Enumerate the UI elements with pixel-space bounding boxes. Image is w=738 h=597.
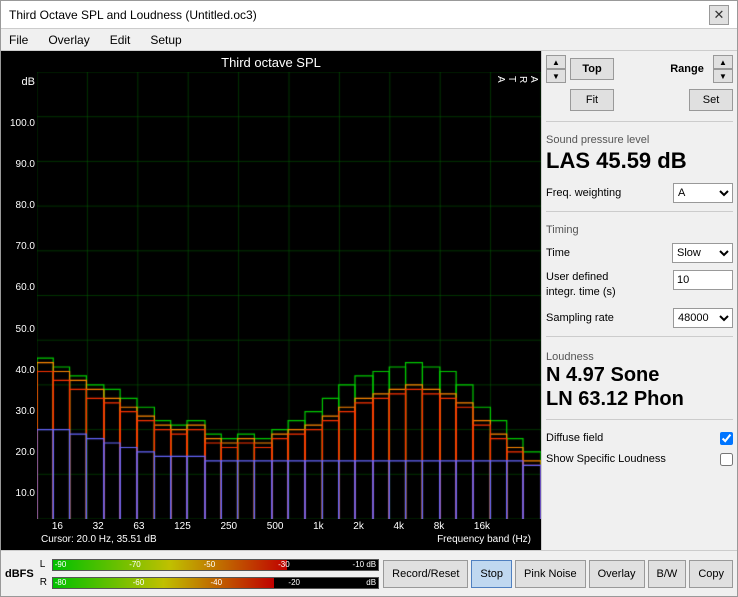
l-label: L xyxy=(40,559,50,570)
top-button[interactable]: Top xyxy=(570,58,614,80)
chart-canvas xyxy=(37,72,541,519)
main-window: Third Octave SPL and Loudness (Untitled.… xyxy=(0,0,738,597)
spl-section: Sound pressure level LAS 45.59 dB xyxy=(546,130,733,176)
window-title: Third Octave SPL and Loudness (Untitled.… xyxy=(9,8,257,22)
x-axis-area: 16 32 63 125 250 500 1k 2k 4k 8k 16k Cur… xyxy=(1,519,541,550)
menu-bar: File Overlay Edit Setup xyxy=(1,29,737,51)
main-area: Third octave SPL dB 100.0 90.0 80.0 70.0… xyxy=(1,51,737,550)
y-axis-labels: dB 100.0 90.0 80.0 70.0 60.0 50.0 40.0 3… xyxy=(1,72,37,519)
divider-1 xyxy=(546,121,733,122)
chart-inner: ARTA xyxy=(37,72,541,519)
range-label: Range xyxy=(665,58,709,80)
loudness-label: Loudness xyxy=(546,351,733,363)
fit-button[interactable]: Fit xyxy=(570,89,614,111)
diffuse-field-row: Diffuse field xyxy=(546,432,733,445)
chart-title: Third octave SPL xyxy=(1,51,541,72)
top-arrows: ▲ ▼ xyxy=(546,55,566,83)
bw-button[interactable]: B/W xyxy=(648,560,687,588)
action-buttons: Record/Reset Stop Pink Noise Overlay B/W… xyxy=(383,560,733,588)
meter-tick-bottom: -80 -60 -40 -20 dB xyxy=(53,578,378,587)
level-meter-l: -90 -70 -50 -30 -10 dB xyxy=(52,559,379,571)
sampling-rate-label: Sampling rate xyxy=(546,312,614,324)
user-integr-label: User definedintegr. time (s) xyxy=(546,270,616,301)
top-up-arrow[interactable]: ▲ xyxy=(546,55,566,69)
menu-setup[interactable]: Setup xyxy=(146,32,185,48)
user-integr-row: User definedintegr. time (s) 10 xyxy=(546,270,733,301)
menu-overlay[interactable]: Overlay xyxy=(44,32,93,48)
show-specific-label: Show Specific Loudness xyxy=(546,453,666,465)
show-specific-row: Show Specific Loudness xyxy=(546,453,733,466)
close-button[interactable]: ✕ xyxy=(709,5,729,25)
divider-2 xyxy=(546,211,733,212)
arta-label: ARTA xyxy=(495,76,539,85)
fit-group: Fit xyxy=(546,89,614,111)
range-up-arrow[interactable]: ▲ xyxy=(713,55,733,69)
range-arrows: ▲ ▼ xyxy=(713,55,733,83)
level-meter-r: -80 -60 -40 -20 dB xyxy=(52,577,379,589)
chart-area: Third octave SPL dB 100.0 90.0 80.0 70.0… xyxy=(1,51,541,550)
spl-value: LAS 45.59 dB xyxy=(546,148,733,174)
meter-tick-top: -90 -70 -50 -30 -10 dB xyxy=(53,560,378,569)
loudness-ln: LN 63.12 Phon xyxy=(546,387,733,411)
pink-noise-button[interactable]: Pink Noise xyxy=(515,560,586,588)
range-down-arrow[interactable]: ▼ xyxy=(713,69,733,83)
r-label: R xyxy=(40,577,50,588)
time-row: Time Slow Fast Impulse xyxy=(546,243,733,263)
title-bar: Third Octave SPL and Loudness (Untitled.… xyxy=(1,1,737,29)
level-meters: L -90 -70 -50 -30 -10 dB R xyxy=(40,557,379,591)
freq-band-label: Frequency band (Hz) xyxy=(437,534,531,545)
level-row-top: L -90 -70 -50 -30 -10 dB xyxy=(40,557,379,573)
time-label: Time xyxy=(546,247,570,259)
divider-4 xyxy=(546,419,733,420)
sampling-rate-dropdown[interactable]: 48000 44100 96000 xyxy=(673,308,733,328)
diffuse-field-checkbox[interactable] xyxy=(720,432,733,445)
copy-button[interactable]: Copy xyxy=(689,560,733,588)
dbfs-label: dBFS xyxy=(5,568,34,580)
timing-label: Timing xyxy=(546,224,733,236)
right-panel: ▲ ▼ Top Range ▲ ▼ Fit xyxy=(541,51,737,550)
chart-container: dB 100.0 90.0 80.0 70.0 60.0 50.0 40.0 3… xyxy=(1,72,541,519)
loudness-n: N 4.97 Sone xyxy=(546,363,733,387)
menu-file[interactable]: File xyxy=(5,32,32,48)
x-axis-labels: 16 32 63 125 250 500 1k 2k 4k 8k 16k xyxy=(1,519,541,534)
sampling-rate-row: Sampling rate 48000 44100 96000 xyxy=(546,308,733,328)
record-reset-button[interactable]: Record/Reset xyxy=(383,560,468,588)
cursor-info: Cursor: 20.0 Hz, 35.51 dB xyxy=(41,534,157,545)
loudness-section: Loudness N 4.97 Sone LN 63.12 Phon xyxy=(546,347,733,411)
bottom-bar: dBFS L -90 -70 -50 -30 -10 dB R xyxy=(1,550,737,596)
range-control-group: Range ▲ ▼ xyxy=(665,55,733,83)
level-row-bottom: R -80 -60 -40 -20 dB xyxy=(40,575,379,591)
x-axis-title: Cursor: 20.0 Hz, 35.51 dB Frequency band… xyxy=(1,534,541,548)
divider-3 xyxy=(546,336,733,337)
stop-button[interactable]: Stop xyxy=(471,560,512,588)
user-integr-input[interactable]: 10 xyxy=(673,270,733,290)
freq-weighting-label: Freq. weighting xyxy=(546,187,621,199)
top-down-arrow[interactable]: ▼ xyxy=(546,69,566,83)
spl-section-label: Sound pressure level xyxy=(546,134,733,146)
fit-set-controls: Fit Set xyxy=(546,89,733,111)
menu-edit[interactable]: Edit xyxy=(106,32,135,48)
diffuse-field-label: Diffuse field xyxy=(546,432,603,444)
set-button[interactable]: Set xyxy=(689,89,733,111)
time-dropdown[interactable]: Slow Fast Impulse xyxy=(672,243,733,263)
top-range-controls: ▲ ▼ Top Range ▲ ▼ xyxy=(546,55,733,83)
freq-weighting-row: Freq. weighting A B C Z xyxy=(546,183,733,203)
top-control-group: ▲ ▼ Top xyxy=(546,55,614,83)
overlay-button[interactable]: Overlay xyxy=(589,560,645,588)
freq-weighting-dropdown[interactable]: A B C Z xyxy=(673,183,733,203)
show-specific-checkbox[interactable] xyxy=(720,453,733,466)
set-group: Set xyxy=(689,89,733,111)
